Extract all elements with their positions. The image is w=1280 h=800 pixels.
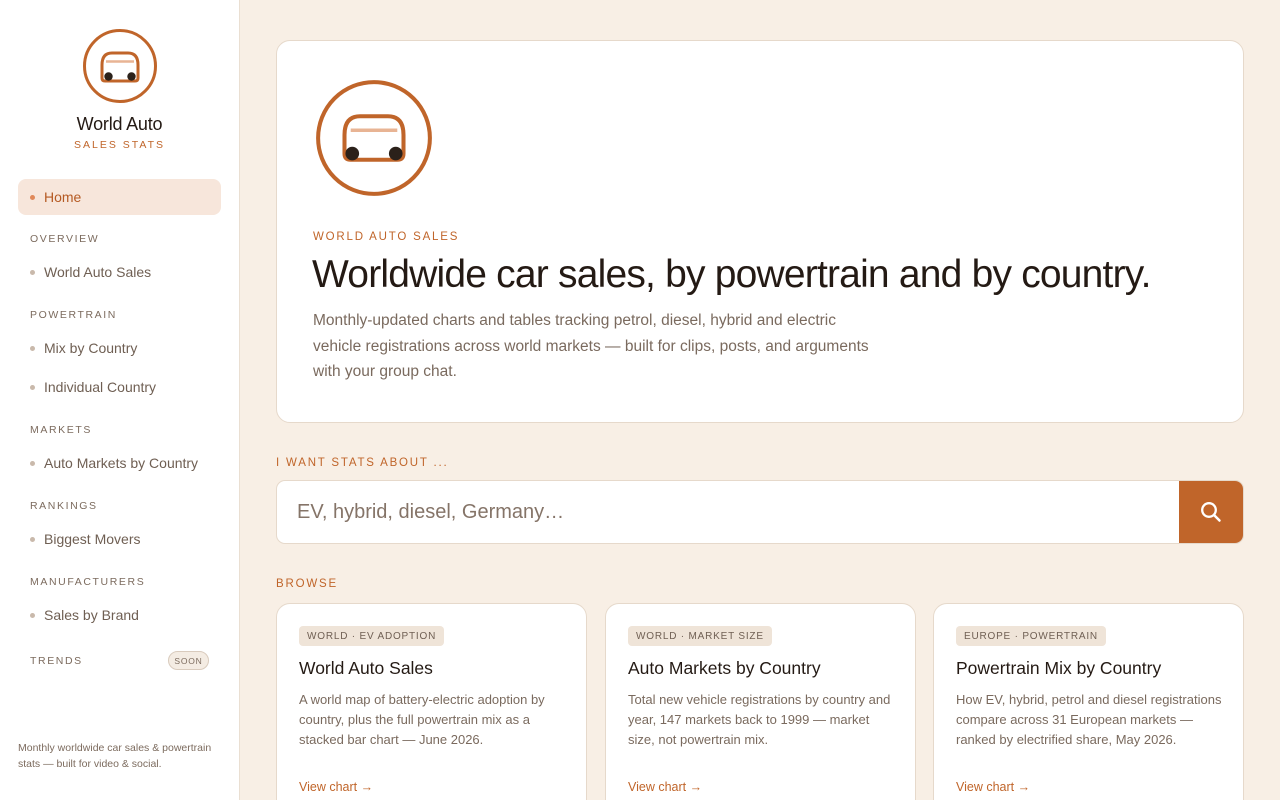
soon-badge: SOON (168, 651, 209, 670)
brand-subtitle: SALES STATS (73, 139, 166, 151)
car-logo-icon (82, 29, 157, 103)
sidebar-footer: Monthly worldwide car sales & powertrain… (18, 742, 212, 770)
card-tag: EUROPE · POWERTRAIN (956, 626, 1106, 646)
sidebar-item-label: Mix by Country (44, 340, 138, 356)
card-description: A world map of battery-electric adoption… (299, 692, 545, 748)
nav-section-markets: MARKETS (30, 424, 92, 436)
card-description: How EV, hybrid, petrol and diesel regist… (956, 692, 1222, 748)
bullet-dot-icon (30, 269, 35, 275)
sidebar-item-label: Individual Country (44, 379, 157, 395)
page-title: Worldwide car sales, by powertrain and b… (312, 253, 1151, 296)
nav-section-overview: OVERVIEW (30, 233, 100, 245)
bullet-dot-icon (30, 460, 35, 466)
bullet-dot-icon (30, 345, 35, 351)
sidebar-item-home[interactable]: Home (18, 179, 221, 215)
hero-description: Monthly-updated charts and tables tracki… (313, 312, 869, 380)
nav-section-powertrain: POWERTRAIN (30, 309, 117, 321)
sidebar-item-label: Biggest Movers (44, 531, 141, 547)
search-button[interactable] (1179, 481, 1243, 543)
browse-card-powertrain-mix-by-country[interactable]: EUROPE · POWERTRAIN Powertrain Mix by Co… (933, 603, 1244, 800)
bullet-dot-icon (30, 194, 35, 200)
sidebar: World Auto SALES STATS Home OVERVIEW Wor… (0, 0, 240, 800)
sidebar-item-biggest-movers[interactable]: Biggest Movers (30, 531, 140, 547)
card-title: Auto Markets by Country (628, 658, 821, 678)
sidebar-item-label: Home (44, 189, 82, 205)
card-tag: WORLD · EV ADOPTION (299, 626, 445, 646)
view-chart-link[interactable]: View chart → (956, 780, 1030, 794)
bullet-dot-icon (30, 612, 35, 618)
card-title: Powertrain Mix by Country (956, 658, 1162, 678)
view-chart-link[interactable]: View chart → (628, 780, 702, 794)
browse-label: BROWSE (276, 578, 338, 590)
car-logo-icon (316, 80, 432, 196)
nav-section-trends: TRENDS (30, 655, 83, 667)
hero-eyebrow: WORLD AUTO SALES (313, 231, 460, 243)
brand[interactable]: World Auto SALES STATS (0, 28, 239, 151)
bullet-dot-icon (30, 384, 35, 390)
search-icon (1201, 502, 1221, 522)
sidebar-item-auto-markets-by-country[interactable]: Auto Markets by Country (30, 455, 198, 471)
search-input[interactable] (277, 481, 1179, 543)
browse-card-auto-markets-by-country[interactable]: WORLD · MARKET SIZE Auto Markets by Coun… (605, 603, 916, 800)
sidebar-item-label: Sales by Brand (44, 607, 139, 623)
hero-card: WORLD AUTO SALES Worldwide car sales, by… (276, 40, 1244, 423)
sidebar-item-label: World Auto Sales (44, 264, 152, 280)
search-bar (276, 480, 1244, 544)
sidebar-item-sales-by-brand[interactable]: Sales by Brand (30, 607, 139, 623)
bullet-dot-icon (30, 536, 35, 542)
sidebar-item-label: Auto Markets by Country (44, 455, 199, 471)
view-chart-link[interactable]: View chart → (299, 780, 373, 794)
brand-name: World Auto (76, 114, 163, 134)
nav-section-rankings: RANKINGS (30, 500, 98, 512)
browse-card-world-auto-sales[interactable]: WORLD · EV ADOPTION World Auto Sales A w… (276, 603, 587, 800)
nav-section-manufacturers: MANUFACTURERS (30, 576, 146, 588)
card-tag: WORLD · MARKET SIZE (628, 626, 772, 646)
card-title: World Auto Sales (299, 658, 433, 678)
sidebar-item-mix-by-country[interactable]: Mix by Country (30, 340, 137, 356)
sidebar-item-world-auto-sales[interactable]: World Auto Sales (30, 264, 151, 280)
sidebar-item-individual-country[interactable]: Individual Country (30, 379, 156, 395)
search-label: I WANT STATS ABOUT ... (276, 457, 449, 469)
card-description: Total new vehicle registrations by count… (628, 692, 891, 748)
